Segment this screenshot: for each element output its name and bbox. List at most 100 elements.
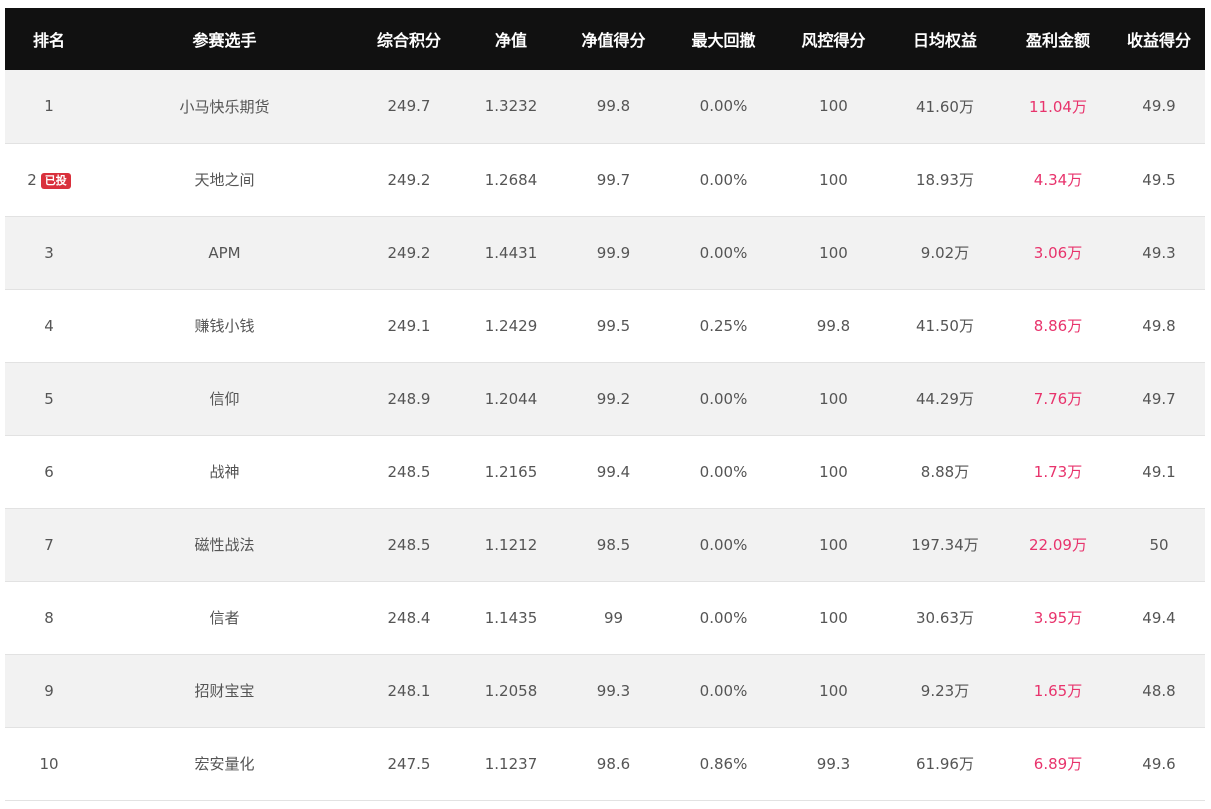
avg-equity-text: 8.88万 <box>920 463 970 481</box>
nav-score-text: 99.8 <box>596 97 631 116</box>
total-score-text: 249.7 <box>387 97 431 116</box>
player-name-cell: 招财宝宝 <box>93 654 356 727</box>
player-name-cell: 磁性战法 <box>93 508 356 581</box>
player-name-cell: 战神 <box>93 435 356 508</box>
nav-cell: 1.1435 <box>462 581 560 654</box>
rank-text: 8 <box>44 608 54 627</box>
rank-text: 10 <box>39 754 59 773</box>
total-score-cell: 249.2 <box>356 143 462 216</box>
risk-score-cell: 100 <box>780 435 887 508</box>
col-header-total-score[interactable]: 综合积分 <box>356 8 462 70</box>
table-row[interactable]: 6 战神 248.5 1.2165 99.4 0.00% 100 8.88万 1.73万 49.1 <box>5 435 1205 508</box>
avg-equity-cell: 18.93万 <box>887 143 1003 216</box>
max-drawdown-text: 0.00% <box>699 462 748 481</box>
total-score-cell: 248.5 <box>356 435 462 508</box>
nav-score-cell: 99.2 <box>560 362 667 435</box>
max-drawdown-text: 0.00% <box>699 535 748 554</box>
rank-cell: 2 已投 <box>5 143 93 216</box>
player-name-cell: 小马快乐期货 <box>93 70 356 143</box>
player-name-text: 小马快乐期货 <box>179 97 270 116</box>
avg-equity-cell: 9.02万 <box>887 216 1003 289</box>
avg-equity-text: 9.02万 <box>920 244 970 262</box>
nav-score-text: 99.9 <box>596 243 631 262</box>
rank-text: 3 <box>44 243 54 262</box>
max-drawdown-cell: 0.86% <box>667 727 780 800</box>
nav-score-text: 99.3 <box>596 681 631 700</box>
total-score-cell: 248.1 <box>356 654 462 727</box>
max-drawdown-text: 0.00% <box>699 97 748 116</box>
max-drawdown-cell: 0.00% <box>667 654 780 727</box>
player-name-text: 赚钱小钱 <box>194 317 255 335</box>
nav-score-text: 99.2 <box>596 389 631 408</box>
table-row[interactable]: 3 APM 249.2 1.4431 99.9 0.00% 100 9.02万 3.06万 49.… <box>5 216 1205 289</box>
return-score-cell: 49.5 <box>1113 143 1205 216</box>
col-header-avg-equity[interactable]: 日均权益 <box>887 8 1003 70</box>
player-name-text: 信仰 <box>209 390 240 408</box>
table-row[interactable]: 2 已投 天地之间 249.2 1.2684 99.7 0.00% 100 18.93万 4.34… <box>5 143 1205 216</box>
return-score-text: 50 <box>1149 535 1169 554</box>
col-header-max-drawdown[interactable]: 最大回撤 <box>667 8 780 70</box>
risk-score-text: 100 <box>819 462 848 481</box>
avg-equity-text: 197.34万 <box>911 536 979 554</box>
avg-equity-cell: 30.63万 <box>887 581 1003 654</box>
profit-text: 3.06万 <box>1033 244 1083 262</box>
col-header-nav-score[interactable]: 净值得分 <box>560 8 667 70</box>
return-score-text: 49.1 <box>1142 462 1176 481</box>
table-row[interactable]: 4 赚钱小钱 249.1 1.2429 99.5 0.25% 99.8 41.50万 8.86万… <box>5 289 1205 362</box>
nav-text: 1.1212 <box>484 535 538 554</box>
table-row[interactable]: 1 小马快乐期货 249.7 1.3232 99.8 0.00% 100 41.60万 11.0… <box>5 70 1205 143</box>
rank-text: 9 <box>44 681 54 700</box>
total-score-text: 248.9 <box>387 389 431 408</box>
table-row[interactable]: 8 信者 248.4 1.1435 99 0.00% 100 30.63万 3.95万 49.4 <box>5 581 1205 654</box>
max-drawdown-text: 0.00% <box>699 170 748 189</box>
rank-cell: 10 <box>5 727 93 800</box>
avg-equity-text: 18.93万 <box>916 171 974 189</box>
nav-cell: 1.2684 <box>462 143 560 216</box>
col-header-risk-score[interactable]: 风控得分 <box>780 8 887 70</box>
avg-equity-text: 30.63万 <box>916 609 974 627</box>
table-row[interactable]: 7 磁性战法 248.5 1.1212 98.5 0.00% 100 197.34万 22.09… <box>5 508 1205 581</box>
total-score-cell: 249.1 <box>356 289 462 362</box>
rank-cell: 5 <box>5 362 93 435</box>
return-score-cell: 49.9 <box>1113 70 1205 143</box>
return-score-cell: 49.1 <box>1113 435 1205 508</box>
rank-cell: 3 <box>5 216 93 289</box>
total-score-cell: 249.7 <box>356 70 462 143</box>
risk-score-cell: 100 <box>780 581 887 654</box>
avg-equity-cell: 41.50万 <box>887 289 1003 362</box>
return-score-text: 49.7 <box>1142 389 1176 408</box>
nav-score-cell: 99.4 <box>560 435 667 508</box>
table-row[interactable]: 5 信仰 248.9 1.2044 99.2 0.00% 100 44.29万 7.76万 49.… <box>5 362 1205 435</box>
nav-score-text: 99.5 <box>596 316 631 335</box>
total-score-cell: 249.2 <box>356 216 462 289</box>
player-name-text: 招财宝宝 <box>194 682 255 700</box>
profit-text: 7.76万 <box>1033 390 1083 408</box>
rank-text: 7 <box>44 535 54 554</box>
nav-score-cell: 99.5 <box>560 289 667 362</box>
nav-text: 1.2058 <box>484 681 538 700</box>
nav-score-cell: 99.3 <box>560 654 667 727</box>
nav-score-cell: 99 <box>560 581 667 654</box>
max-drawdown-text: 0.25% <box>699 316 748 335</box>
max-drawdown-cell: 0.25% <box>667 289 780 362</box>
nav-score-cell: 98.6 <box>560 727 667 800</box>
col-header-nav[interactable]: 净值 <box>462 8 560 70</box>
nav-cell: 1.3232 <box>462 70 560 143</box>
profit-text: 1.73万 <box>1033 463 1083 481</box>
rank-text: 6 <box>44 462 54 481</box>
table-row[interactable]: 10 宏安量化 247.5 1.1237 98.6 0.86% 99.3 61.96万 6.89… <box>5 727 1205 800</box>
col-header-profit[interactable]: 盈利金额 <box>1003 8 1113 70</box>
nav-cell: 1.2058 <box>462 654 560 727</box>
col-header-rank[interactable]: 排名 <box>5 8 93 70</box>
table-row[interactable]: 9 招财宝宝 248.1 1.2058 99.3 0.00% 100 9.23万 1.65万 48… <box>5 654 1205 727</box>
nav-cell: 1.4431 <box>462 216 560 289</box>
col-header-player[interactable]: 参赛选手 <box>93 8 356 70</box>
return-score-cell: 50 <box>1113 508 1205 581</box>
invested-badge: 已投 <box>40 172 71 189</box>
return-score-cell: 49.6 <box>1113 727 1205 800</box>
col-header-return-score[interactable]: 收益得分 <box>1113 8 1205 70</box>
risk-score-text: 99.8 <box>816 316 851 335</box>
profit-text: 11.04万 <box>1029 97 1087 116</box>
rank-text: 5 <box>44 389 54 408</box>
avg-equity-text: 9.23万 <box>920 682 970 700</box>
